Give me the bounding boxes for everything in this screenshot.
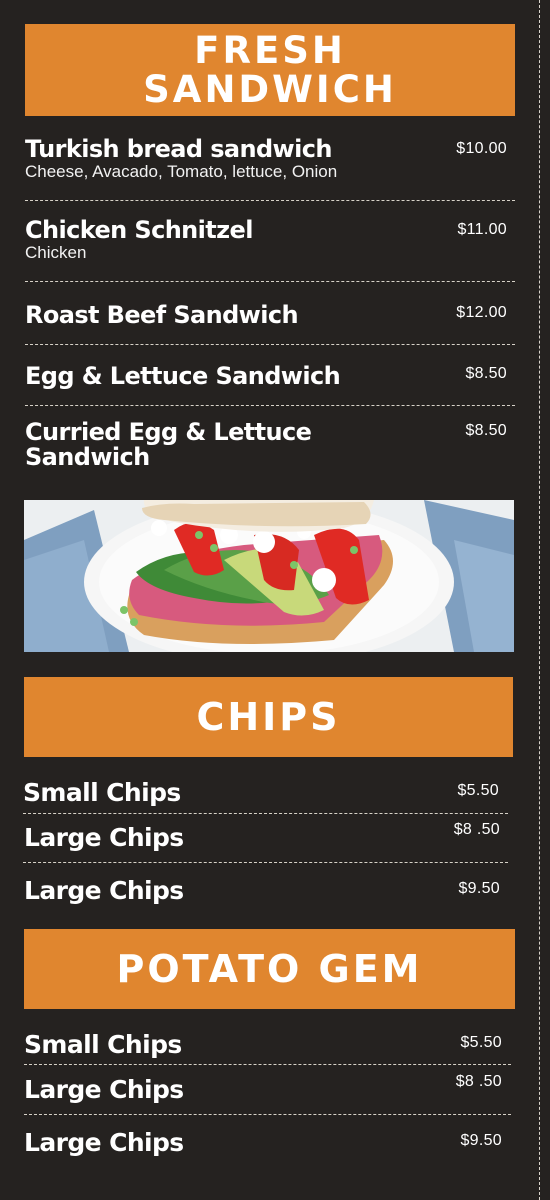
dashed-divider bbox=[23, 862, 508, 863]
sandwich-photo bbox=[24, 500, 514, 652]
menu-item: Egg & Lettuce Sandwich $8.50 bbox=[25, 363, 515, 389]
item-price: $5.50 bbox=[457, 782, 499, 799]
banner-chips: CHIPS bbox=[24, 677, 513, 757]
banner-title: POTATO GEM bbox=[116, 947, 423, 991]
item-name: Chicken Schnitzel bbox=[25, 216, 253, 244]
item-price: $8.50 bbox=[465, 365, 507, 382]
item-description: Chicken bbox=[25, 243, 87, 262]
menu-item: Turkish bread sandwich Cheese, Avacado, … bbox=[25, 136, 515, 182]
item-price: $9.50 bbox=[460, 1132, 502, 1149]
menu-item: Large Chips $8 .50 bbox=[24, 1073, 514, 1104]
item-name: Small Chips bbox=[23, 778, 181, 807]
menu-item: Curried Egg & Lettuce Sandwich $8.50 bbox=[25, 420, 515, 470]
banner-fresh-sandwich: FRESH SANDWICH bbox=[25, 24, 515, 116]
dashed-divider bbox=[25, 281, 515, 282]
item-price: $8 .50 bbox=[453, 821, 500, 838]
item-name: Egg & Lettuce Sandwich bbox=[25, 362, 341, 390]
item-price: $10.00 bbox=[456, 140, 507, 157]
menu-item: Roast Beef Sandwich $12.00 bbox=[25, 302, 515, 328]
item-description: Cheese, Avacado, Tomato, lettuce, Onion bbox=[25, 162, 338, 181]
item-price: $9.50 bbox=[458, 880, 500, 897]
item-price: $8.50 bbox=[465, 422, 507, 439]
dashed-divider bbox=[25, 200, 515, 201]
item-name-line1: Curried Egg & Lettuce bbox=[25, 418, 312, 446]
menu-item: Large Chips $9.50 bbox=[24, 1130, 514, 1156]
banner-title: CHIPS bbox=[196, 695, 341, 739]
item-name: Small Chips bbox=[24, 1030, 182, 1059]
item-name: Roast Beef Sandwich bbox=[25, 301, 299, 329]
sandwich-illustration bbox=[24, 500, 514, 652]
banner-potato-gem: POTATO GEM bbox=[24, 929, 515, 1009]
menu-item: Chicken Schnitzel Chicken $11.00 bbox=[25, 217, 515, 263]
menu-item: Small Chips $5.50 bbox=[24, 1032, 514, 1058]
dashed-divider bbox=[25, 344, 515, 345]
item-name: Large Chips bbox=[24, 823, 184, 852]
menu-item: Large Chips $9.50 bbox=[24, 878, 514, 904]
item-price: $8 .50 bbox=[455, 1073, 502, 1090]
item-name: Turkish bread sandwich bbox=[25, 135, 332, 163]
menu-item: Large Chips $8 .50 bbox=[24, 821, 514, 852]
border-dashed-line bbox=[539, 0, 540, 1200]
item-name: Large Chips bbox=[24, 1075, 184, 1104]
menu-item: Small Chips $5.50 bbox=[23, 780, 513, 806]
item-price: $12.00 bbox=[456, 304, 507, 321]
item-price: $11.00 bbox=[457, 221, 507, 238]
dashed-divider bbox=[24, 1114, 511, 1115]
dashed-divider bbox=[24, 1064, 511, 1065]
banner-title-line2: SANDWICH bbox=[143, 68, 397, 111]
dashed-divider bbox=[25, 405, 515, 406]
item-name: Large Chips bbox=[24, 876, 184, 905]
item-price: $5.50 bbox=[460, 1034, 502, 1051]
banner-title-line1: FRESH bbox=[194, 29, 346, 72]
item-name: Large Chips bbox=[24, 1128, 184, 1157]
item-name-line2: Sandwich bbox=[25, 443, 150, 471]
dashed-divider bbox=[23, 813, 508, 814]
